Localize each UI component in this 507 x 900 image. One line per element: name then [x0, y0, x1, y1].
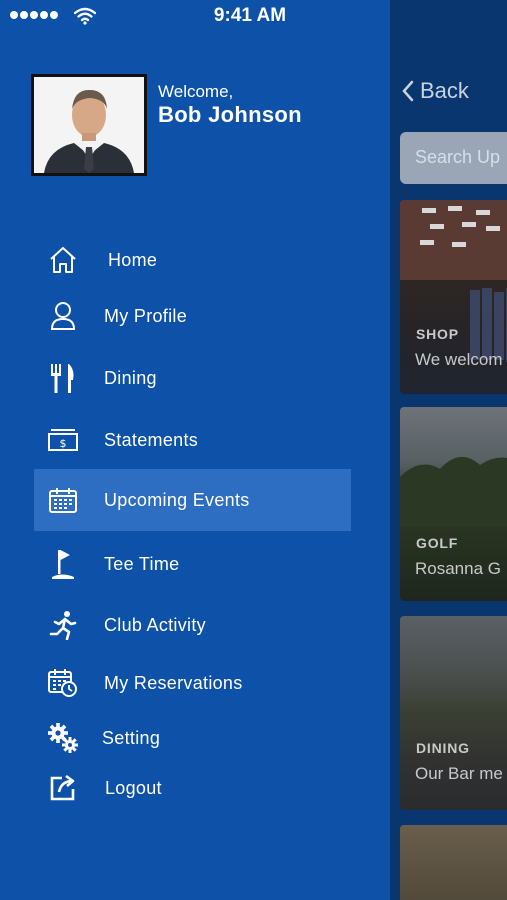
menu-item-my-reservations[interactable]: My Reservations: [34, 652, 351, 714]
card-category: SHOP: [416, 326, 459, 342]
golf-flag-icon: [46, 547, 80, 581]
chevron-left-icon: [402, 80, 414, 102]
search-placeholder: Search Up: [415, 147, 501, 167]
menu-item-dining[interactable]: Dining: [34, 347, 351, 409]
bill-icon: $: [46, 423, 80, 457]
logout-icon: [46, 771, 80, 805]
card-dining[interactable]: DINING Our Bar me: [400, 616, 507, 810]
main-screen: Back Search Up SHOP We welcom GOLF Rosan…: [390, 0, 507, 900]
menu-item-statements[interactable]: $ Statements: [34, 409, 351, 471]
calendar-clock-icon: [46, 666, 80, 700]
status-bar: 9:41 AM: [0, 0, 390, 32]
card-category: DINING: [416, 740, 470, 756]
menu-label: My Profile: [104, 305, 188, 326]
menu-label: My Reservations: [104, 672, 243, 693]
welcome-text: Welcome,: [158, 82, 234, 101]
svg-text:$: $: [60, 437, 67, 450]
card-golf[interactable]: GOLF Rosanna G: [400, 407, 507, 601]
runner-icon: [46, 608, 80, 642]
menu-item-club-activity[interactable]: Club Activity: [34, 594, 351, 656]
fork-knife-icon: [46, 361, 80, 395]
card-shop[interactable]: SHOP We welcom: [400, 200, 507, 394]
back-button[interactable]: Back: [402, 78, 469, 104]
avatar[interactable]: [31, 74, 147, 176]
menu-item-logout[interactable]: Logout: [34, 757, 351, 819]
home-icon: [46, 243, 80, 277]
back-label: Back: [420, 78, 469, 103]
user-name: Bob Johnson: [158, 102, 302, 127]
status-time: 9:41 AM: [213, 5, 287, 26]
menu-item-home[interactable]: Home: [34, 229, 351, 291]
card-description: Rosanna G: [415, 559, 501, 578]
calendar-icon: [46, 483, 80, 517]
menu-label: Setting: [102, 727, 161, 748]
card-category: GOLF: [416, 535, 459, 551]
card-description: We welcom: [415, 350, 503, 369]
card-partial[interactable]: [400, 825, 507, 900]
menu-label: Upcoming Events: [104, 489, 250, 510]
menu-label: Dining: [104, 367, 157, 388]
menu-label: Logout: [105, 777, 162, 798]
side-drawer: 9:41 AM Welcome, Bob Johnson Home My Pro…: [0, 0, 390, 900]
menu-label: Club Activity: [104, 614, 206, 635]
card-description: Our Bar me: [415, 764, 503, 783]
menu-item-upcoming-events[interactable]: Upcoming Events: [34, 469, 351, 531]
menu-label: Tee Time: [104, 553, 180, 574]
menu-label: Statements: [104, 429, 199, 450]
gears-icon: [46, 721, 80, 755]
menu-item-tee-time[interactable]: Tee Time: [34, 533, 351, 595]
search-input[interactable]: Search Up: [400, 132, 507, 184]
menu-item-my-profile[interactable]: My Profile: [34, 285, 351, 347]
avatar-photo: [34, 77, 144, 173]
menu-label: Home: [108, 249, 158, 270]
user-icon: [46, 299, 80, 333]
